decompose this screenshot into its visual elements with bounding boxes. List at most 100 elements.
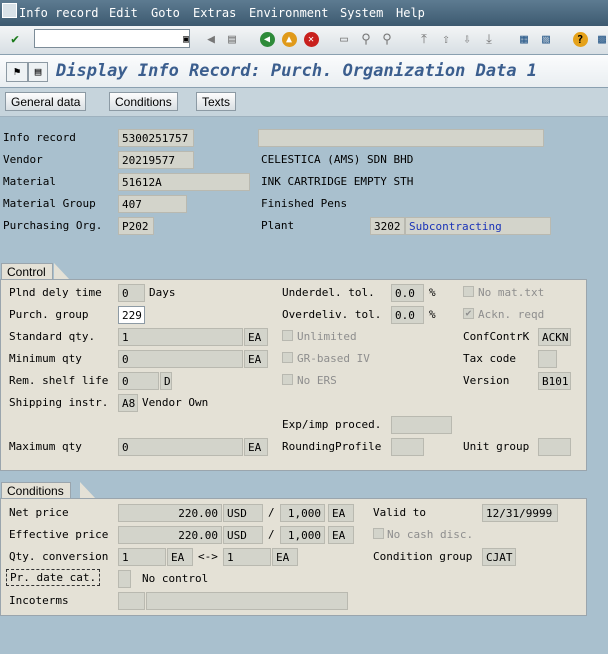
help-icon[interactable]: ? <box>570 29 590 49</box>
minimum-qty-label: Minimum qty <box>9 352 82 365</box>
standard-qty-uom[interactable]: EA <box>244 328 268 346</box>
net-price-per-field[interactable]: 1,000 <box>280 504 325 522</box>
shipping-instr-description: Vendor Own <box>142 396 209 409</box>
last-page-icon[interactable]: ⤓ <box>479 29 499 49</box>
effective-price-uom[interactable]: EA <box>328 526 354 544</box>
overdelivery-pct: % <box>429 308 436 321</box>
save-icon[interactable]: ▤ <box>222 29 242 49</box>
other-info-record-icon[interactable]: ⚑ <box>6 62 28 82</box>
minimum-qty-uom[interactable]: EA <box>244 350 268 368</box>
minimum-qty-field[interactable]: 0 <box>118 350 243 368</box>
vendor-field[interactable]: 20219577 <box>118 151 194 169</box>
menu-goto[interactable]: Goto <box>151 6 180 20</box>
qty-conversion-to-uom[interactable]: EA <box>272 548 298 566</box>
menu-help[interactable]: Help <box>396 6 425 20</box>
exit-icon[interactable]: ▲ <box>279 29 299 49</box>
version-field[interactable]: B101 <box>538 372 571 390</box>
no-cash-discount-label: No cash disc. <box>387 528 474 541</box>
window-icon[interactable] <box>2 3 17 18</box>
unlimited-checkbox[interactable] <box>282 330 293 341</box>
tax-code-field[interactable] <box>538 350 557 368</box>
material-group-field[interactable]: 407 <box>118 195 187 213</box>
rounding-profile-field[interactable] <box>391 438 424 456</box>
price-date-category-field[interactable] <box>118 570 131 588</box>
ackn-reqd-checkbox[interactable]: ✔ <box>463 308 474 319</box>
no-cash-discount-checkbox[interactable] <box>373 528 384 539</box>
shipping-instr-label: Shipping instr. <box>9 396 109 409</box>
menu-system[interactable]: System <box>340 6 383 20</box>
exp-imp-proced-field[interactable] <box>391 416 452 434</box>
find-next-icon[interactable]: ⚲ <box>377 29 397 49</box>
menu-extras[interactable]: Extras <box>193 6 236 20</box>
qty-conversion-from-field[interactable]: 1 <box>118 548 166 566</box>
purchasing-org-label: Purchasing Org. <box>3 219 103 232</box>
menu-edit[interactable]: Edit <box>109 6 138 20</box>
layout-menu-icon[interactable]: ▩ <box>592 29 608 49</box>
previous-page-icon[interactable]: ⇧ <box>436 29 456 49</box>
overdelivery-tol-label: Overdeliv. tol. <box>282 308 382 321</box>
standard-qty-field[interactable]: 1 <box>118 328 243 346</box>
material-description: INK CARTRIDGE EMPTY STH <box>261 175 414 188</box>
command-field[interactable] <box>34 29 190 48</box>
title-bar: ⚑ ▤ Display Info Record: Purch. Organiza… <box>0 55 608 88</box>
no-mat-txt-checkbox[interactable] <box>463 286 474 297</box>
info-record-field[interactable]: 5300251757 <box>118 129 194 147</box>
condition-group-field[interactable]: CJAT <box>482 548 516 566</box>
material-group-description: Finished Pens <box>261 197 348 210</box>
gr-based-iv-checkbox[interactable] <box>282 352 293 363</box>
no-mat-txt-label: No mat.txt <box>478 286 545 299</box>
net-price-field[interactable]: 220.00 <box>118 504 222 522</box>
incoterms-part2-field[interactable] <box>146 592 348 610</box>
net-price-uom[interactable]: EA <box>328 504 354 522</box>
days-unit: Days <box>149 286 176 299</box>
material-field[interactable]: 51612A <box>118 173 250 191</box>
shipping-instr-field[interactable]: A8 <box>118 394 138 412</box>
purch-group-field[interactable]: 229 <box>118 306 145 324</box>
effective-price-label: Effective price <box>9 528 109 541</box>
back-small-icon[interactable]: ◀ <box>201 29 221 49</box>
back-icon[interactable]: ◀ <box>257 29 277 49</box>
underdelivery-tol-label: Underdel. tol. <box>282 286 375 299</box>
print-icon[interactable]: ▭ <box>334 29 354 49</box>
effective-price-field[interactable]: 220.00 <box>118 526 222 544</box>
next-page-icon[interactable]: ⇩ <box>457 29 477 49</box>
shelf-life-unit[interactable]: D <box>160 372 172 390</box>
purchasing-org-field[interactable]: P202 <box>118 217 154 235</box>
conditions-button[interactable]: Conditions <box>109 92 178 111</box>
conf-control-field[interactable]: ACKN <box>538 328 571 346</box>
enter-check-icon[interactable]: ✔ <box>5 29 25 49</box>
menu-environment[interactable]: Environment <box>249 6 328 20</box>
general-data-button[interactable]: General data <box>5 92 87 111</box>
net-price-currency[interactable]: USD <box>223 504 263 522</box>
underdelivery-pct: % <box>429 286 436 299</box>
planned-delivery-field[interactable]: 0 <box>118 284 145 302</box>
document-icon[interactable]: ▤ <box>28 62 48 82</box>
maximum-qty-uom[interactable]: EA <box>244 438 268 456</box>
incoterms-field[interactable] <box>118 592 145 610</box>
plant-field[interactable]: 3202 <box>370 217 405 235</box>
command-history-icon[interactable]: ▣ <box>176 29 196 49</box>
qty-conversion-from-uom[interactable]: EA <box>167 548 193 566</box>
first-page-icon[interactable]: ⤒ <box>414 29 434 49</box>
unit-group-field[interactable] <box>538 438 571 456</box>
cancel-icon[interactable]: ✕ <box>301 29 321 49</box>
overdelivery-tol-field[interactable]: 0.0 <box>391 306 424 324</box>
find-icon[interactable]: ⚲ <box>356 29 376 49</box>
material-group-label: Material Group <box>3 197 96 210</box>
shortcut-icon[interactable]: ▧ <box>536 29 556 49</box>
texts-button[interactable]: Texts <box>196 92 237 111</box>
material-label: Material <box>3 175 56 188</box>
create-session-icon[interactable]: ▦ <box>514 29 534 49</box>
menu-info-record[interactable]: Info record <box>19 6 98 20</box>
valid-to-field[interactable]: 12/31/9999 <box>482 504 558 522</box>
no-ers-checkbox[interactable] <box>282 374 293 385</box>
effective-price-currency[interactable]: USD <box>223 526 263 544</box>
underdelivery-tol-field[interactable]: 0.0 <box>391 284 424 302</box>
price-date-category-label[interactable]: Pr. date cat. <box>6 569 101 586</box>
qty-conversion-to-field[interactable]: 1 <box>223 548 271 566</box>
maximum-qty-field[interactable]: 0 <box>118 438 243 456</box>
maximum-qty-label: Maximum qty <box>9 440 82 453</box>
effective-price-per-field[interactable]: 1,000 <box>280 526 325 544</box>
shelf-life-field[interactable]: 0 <box>118 372 159 390</box>
unit-group-label: Unit group <box>463 440 530 453</box>
